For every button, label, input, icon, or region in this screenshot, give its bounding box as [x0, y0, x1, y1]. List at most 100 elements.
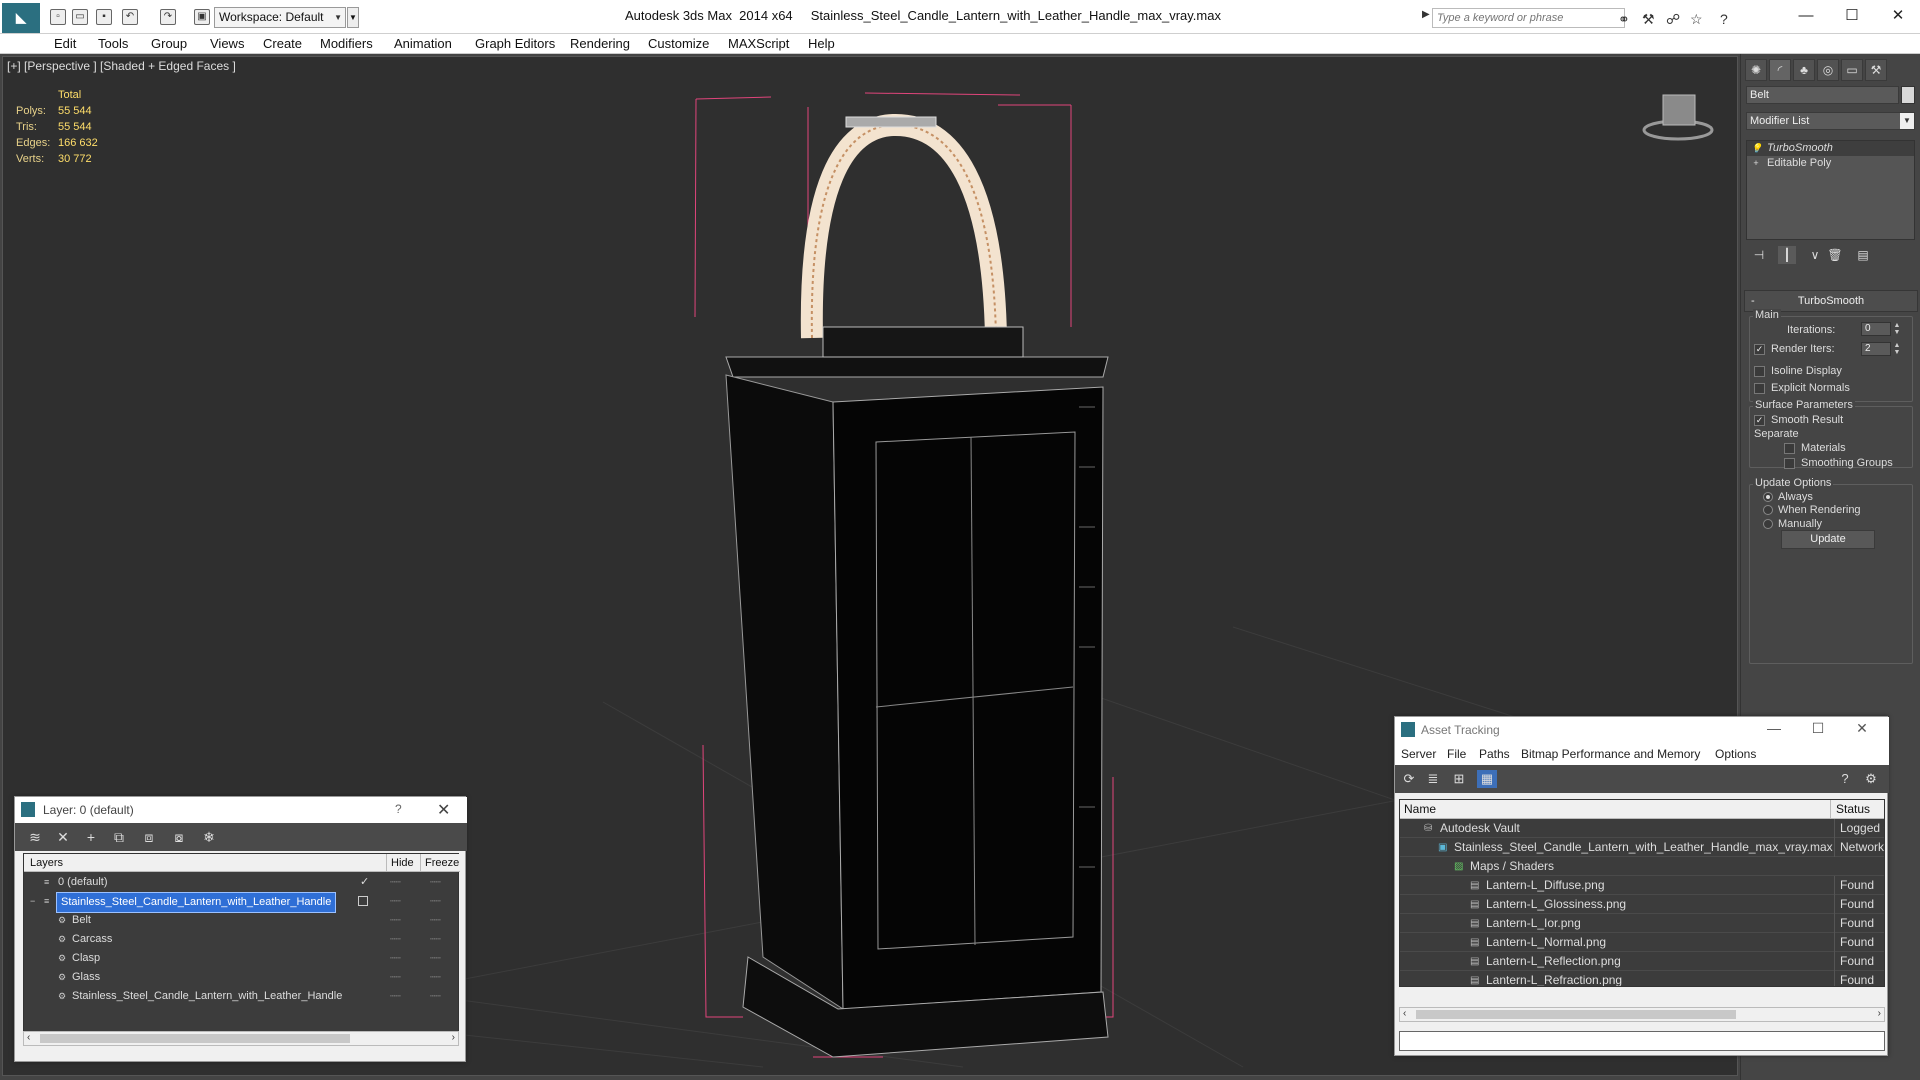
freeze-column-header[interactable]: Freeze — [420, 854, 459, 872]
remove-modifier-icon[interactable]: 🗑 — [1826, 246, 1844, 264]
make-unique-icon[interactable]: ∨ — [1806, 246, 1824, 264]
menu-edit[interactable]: Edit — [54, 35, 76, 53]
isoline-display-checkbox[interactable] — [1754, 366, 1765, 377]
maximize-button[interactable]: ☐ — [1803, 720, 1833, 737]
object-name-field[interactable]: Belt — [1746, 86, 1899, 104]
asset-row[interactable]: ▤ Lantern-L_Glossiness.png Found — [1400, 895, 1884, 914]
asset-row[interactable]: ▤ Lantern-L_Refraction.png Found — [1400, 971, 1884, 986]
menu-modifiers[interactable]: Modifiers — [320, 35, 373, 53]
modify-tab-icon[interactable]: ◜ — [1769, 59, 1791, 81]
display-tab-icon[interactable]: ▭ — [1841, 59, 1863, 81]
help-icon[interactable]: ? — [1720, 11, 1728, 27]
viewport-label[interactable]: [+] [Perspective ] [Shaded + Edged Faces… — [7, 59, 236, 73]
maximize-button[interactable]: ☐ — [1830, 4, 1874, 28]
show-end-result-icon[interactable]: ┃ — [1778, 246, 1796, 264]
update-button[interactable]: Update — [1781, 530, 1875, 549]
viewcube-icon[interactable] — [1642, 94, 1714, 141]
hide-toggle[interactable]: ┄┄ — [390, 892, 401, 911]
workspace-menu-button[interactable]: ▼ — [347, 7, 359, 28]
asset-path-field[interactable] — [1399, 1031, 1885, 1051]
modifier-list-dropdown[interactable]: Modifier List ▼ — [1746, 112, 1915, 130]
asset-row[interactable]: ⛁ Autodesk Vault Logged O — [1400, 819, 1884, 838]
hierarchy-tab-icon[interactable]: ♣ — [1793, 59, 1815, 81]
horizontal-scrollbar[interactable]: ‹ › — [23, 1031, 459, 1046]
save-file-icon[interactable]: ▪ — [96, 9, 112, 25]
stack-item-turbosmooth[interactable]: 💡 TurboSmooth — [1747, 141, 1914, 156]
freeze-toggle[interactable]: ┄┄ — [430, 949, 441, 968]
stack-item-editable-poly[interactable]: + Editable Poly — [1747, 156, 1914, 171]
hide-all-layers-icon[interactable]: ⧇ — [169, 828, 189, 846]
manually-radio[interactable] — [1763, 519, 1773, 529]
minimize-button[interactable]: — — [1784, 4, 1828, 28]
delete-layer-icon[interactable]: ✕ — [53, 828, 73, 846]
select-objects-icon[interactable]: ⧉ — [109, 828, 129, 846]
layer-row[interactable]: − ≡ Stainless_Steel_Candle_Lantern_with_Le… — [24, 892, 460, 913]
subscription-icon[interactable]: ⚒ — [1642, 11, 1655, 28]
menu-group[interactable]: Group — [151, 35, 187, 53]
new-file-icon[interactable]: ▫ — [50, 9, 66, 25]
asset-row[interactable]: ▤ Lantern-L_Reflection.png Found — [1400, 952, 1884, 971]
always-radio[interactable] — [1763, 492, 1773, 502]
scroll-left-icon[interactable]: ‹ — [1403, 1008, 1406, 1019]
name-column-header[interactable]: Name — [1404, 800, 1436, 819]
scroll-right-icon[interactable]: › — [1878, 1008, 1881, 1019]
menu-file[interactable]: File — [1447, 747, 1466, 761]
active-layer-check-icon[interactable]: ✓ — [360, 873, 369, 892]
menu-graph-editors[interactable]: Graph Editors — [475, 35, 555, 53]
menu-paths[interactable]: Paths — [1479, 747, 1510, 761]
hide-toggle[interactable]: ┄┄ — [390, 987, 401, 1006]
utilities-tab-icon[interactable]: ⚒ — [1865, 59, 1887, 81]
menu-maxscript[interactable]: MAXScript — [728, 35, 789, 53]
freeze-toggle[interactable]: ┄┄ — [430, 930, 441, 949]
spinner-arrows-icon[interactable]: ▲ ▼ — [1893, 322, 1901, 336]
layer-window-titlebar[interactable]: Layer: 0 (default) ? ✕ — [15, 797, 467, 823]
freeze-toggle[interactable]: ┄┄ — [430, 911, 441, 930]
redo-icon[interactable]: ↷ — [160, 9, 176, 25]
menu-help[interactable]: Help — [808, 35, 835, 53]
minimize-button[interactable]: — — [1759, 720, 1789, 736]
motion-tab-icon[interactable]: ◎ — [1817, 59, 1839, 81]
object-row[interactable]: ⚙ Carcass ┄┄ ┄┄ — [24, 930, 460, 949]
freeze-all-layers-icon[interactable]: ❄ — [199, 828, 219, 846]
layers-column-header[interactable]: Layers — [30, 854, 63, 872]
lightbulb-icon[interactable]: 💡 — [1751, 143, 1762, 153]
iterations-spinner[interactable]: 0 — [1861, 322, 1891, 336]
menu-server[interactable]: Server — [1401, 747, 1436, 761]
project-folder-icon[interactable]: ▣ — [194, 9, 210, 25]
asset-row[interactable]: ▤ Lantern-L_Ior.png Found — [1400, 914, 1884, 933]
set-active-layer-icon[interactable] — [358, 896, 368, 906]
render-iters-spinner[interactable]: 2 — [1861, 342, 1891, 356]
menu-views[interactable]: Views — [210, 35, 244, 53]
close-button[interactable]: ✕ — [437, 800, 450, 820]
object-row[interactable]: ⚙ Glass ┄┄ ┄┄ — [24, 968, 460, 987]
pin-stack-icon[interactable]: ⊣ — [1750, 246, 1768, 264]
workspace-dropdown[interactable]: Workspace: Default ▼ — [214, 7, 346, 28]
asset-row[interactable]: ▣ Stainless_Steel_Candle_Lantern_with_Lea… — [1400, 838, 1884, 857]
scroll-left-icon[interactable]: ‹ — [27, 1032, 30, 1043]
favorites-star-icon[interactable]: ☆ — [1690, 11, 1703, 28]
menu-customize[interactable]: Customize — [648, 35, 709, 53]
explicit-normals-checkbox[interactable] — [1754, 383, 1765, 394]
close-button[interactable]: ✕ — [1876, 4, 1920, 28]
binoculars-icon[interactable]: ⚭ — [1618, 11, 1630, 28]
hide-toggle[interactable]: ┄┄ — [390, 949, 401, 968]
refresh-icon[interactable]: ⟳ — [1399, 770, 1419, 788]
render-iters-checkbox[interactable]: ✓ — [1754, 344, 1765, 355]
object-color-swatch[interactable] — [1901, 86, 1915, 104]
highlight-layer-icon[interactable]: ⧈ — [139, 828, 159, 846]
help-button[interactable]: ? — [395, 802, 402, 816]
app-menu-button[interactable]: ◣ — [2, 3, 40, 33]
expand-plus-icon[interactable]: + — [1751, 158, 1761, 168]
open-file-icon[interactable]: ▭ — [72, 9, 88, 25]
freeze-toggle[interactable]: ┄┄ — [430, 987, 441, 1006]
create-tab-icon[interactable]: ✺ — [1745, 59, 1767, 81]
smooth-result-checkbox[interactable]: ✓ — [1754, 415, 1765, 426]
spinner-arrows-icon[interactable]: ▲ ▼ — [1893, 342, 1901, 356]
list-view-icon[interactable]: ≣ — [1423, 770, 1443, 788]
search-expand-icon[interactable]: ▶ — [1422, 9, 1430, 20]
tree-view-icon[interactable]: ⊞ — [1449, 770, 1469, 788]
asset-row[interactable]: ▤ Lantern-L_Diffuse.png Found — [1400, 876, 1884, 895]
hide-toggle[interactable]: ┄┄ — [390, 968, 401, 987]
settings-icon[interactable]: ⚙ — [1861, 770, 1881, 788]
add-to-layer-icon[interactable]: + — [81, 828, 101, 846]
